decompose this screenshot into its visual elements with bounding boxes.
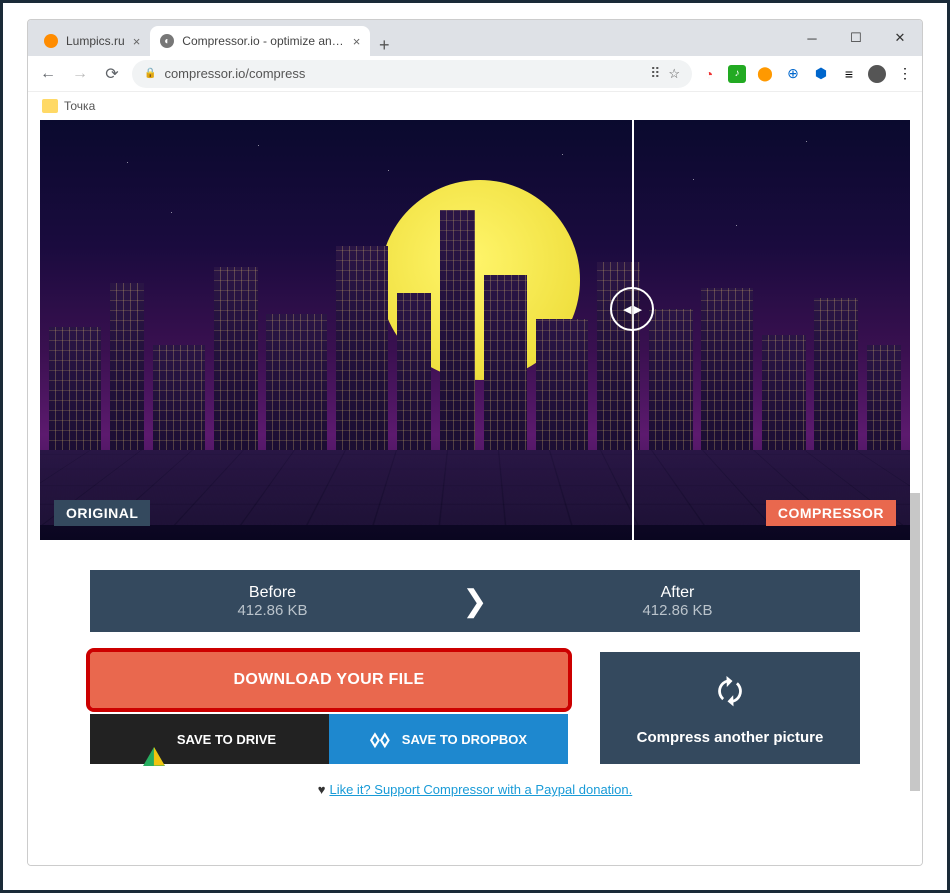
window-minimize-button[interactable]: ─ <box>790 20 834 56</box>
scrollbar[interactable] <box>910 120 920 865</box>
original-badge: ORIGINAL <box>54 500 150 526</box>
before-value: 412.86 KB <box>90 602 455 619</box>
browser-tab-compressor[interactable]: ◐ Compressor.io - optimize and co × <box>150 26 370 56</box>
compress-another-label: Compress another picture <box>637 729 824 746</box>
reading-list-icon[interactable]: ≡ <box>840 65 858 83</box>
arrow-right-icon: ❯ <box>455 584 495 619</box>
nav-back-button[interactable]: ← <box>36 62 60 86</box>
favicon-lumpics <box>44 34 58 48</box>
extension-icon[interactable]: ⊕ <box>784 65 802 83</box>
after-label: After <box>495 584 860 602</box>
bookmarks-bar: Точка <box>28 92 922 120</box>
donation-link[interactable]: Like it? Support Compressor with a Paypa… <box>329 782 632 797</box>
image-comparison-slider[interactable]: ◀▶ ORIGINAL COMPRESSOR <box>40 120 910 540</box>
nav-reload-button[interactable]: ⟳ <box>100 62 124 86</box>
compress-another-button[interactable]: 🗘 Compress another picture <box>600 652 860 764</box>
before-label: Before <box>90 584 455 602</box>
url-text: compressor.io/compress <box>164 66 305 81</box>
extension-icon[interactable]: ⬤ <box>756 65 774 83</box>
footer-donation: ♥Like it? Support Compressor with a Payp… <box>40 782 910 797</box>
refresh-icon: 🗘 <box>717 670 744 721</box>
address-bar[interactable]: 🔒 compressor.io/compress ⠿ ☆ <box>132 60 692 88</box>
heart-icon: ♥ <box>318 782 326 797</box>
favicon-compressor: ◐ <box>160 34 174 48</box>
google-drive-icon <box>143 732 165 747</box>
dropbox-icon: ⬨⬨ <box>370 726 390 752</box>
folder-icon <box>42 99 58 113</box>
size-comparison-bar: Before 412.86 KB ❯ After 412.86 KB <box>90 570 860 632</box>
window-close-button[interactable]: ✕ <box>878 20 922 56</box>
profile-avatar[interactable] <box>868 65 886 83</box>
nav-forward-button[interactable]: → <box>68 62 92 86</box>
comparison-handle[interactable]: ◀▶ <box>610 287 654 331</box>
after-value: 412.86 KB <box>495 602 860 619</box>
save-to-drive-button[interactable]: SAVE TO DRIVE <box>90 714 329 764</box>
save-to-dropbox-button[interactable]: ⬨⬨ SAVE TO DROPBOX <box>329 714 568 764</box>
save-dropbox-label: SAVE TO DROPBOX <box>402 732 527 747</box>
bookmark-item[interactable]: Точка <box>64 99 95 113</box>
extension-icon[interactable]: ⬢ <box>812 65 830 83</box>
menu-icon[interactable]: ⋮ <box>896 65 914 83</box>
window-titlebar: Lumpics.ru × ◐ Compressor.io - optimize … <box>28 20 922 56</box>
close-tab-icon[interactable]: × <box>133 34 141 49</box>
browser-toolbar: ← → ⟳ 🔒 compressor.io/compress ⠿ ☆ ◔ ♪ ⬤… <box>28 56 922 92</box>
page-content: ◀▶ ORIGINAL COMPRESSOR Before 412.86 KB … <box>28 120 922 865</box>
compressor-badge: COMPRESSOR <box>766 500 896 526</box>
extension-icon[interactable]: ♪ <box>728 65 746 83</box>
window-maximize-button[interactable]: ☐ <box>834 20 878 56</box>
extension-icon[interactable]: ◔ <box>700 65 718 83</box>
save-drive-label: SAVE TO DRIVE <box>177 732 276 747</box>
new-tab-button[interactable]: + <box>370 35 398 56</box>
translate-icon[interactable]: ⠿ <box>650 65 660 82</box>
close-tab-icon[interactable]: × <box>353 34 361 49</box>
tab-title: Lumpics.ru <box>66 34 125 48</box>
download-file-button[interactable]: DOWNLOAD YOUR FILE <box>90 652 568 708</box>
tab-title: Compressor.io - optimize and co <box>182 34 344 48</box>
lock-icon: 🔒 <box>144 68 156 79</box>
bookmark-star-icon[interactable]: ☆ <box>668 66 680 82</box>
browser-tab-lumpics[interactable]: Lumpics.ru × <box>34 26 150 56</box>
